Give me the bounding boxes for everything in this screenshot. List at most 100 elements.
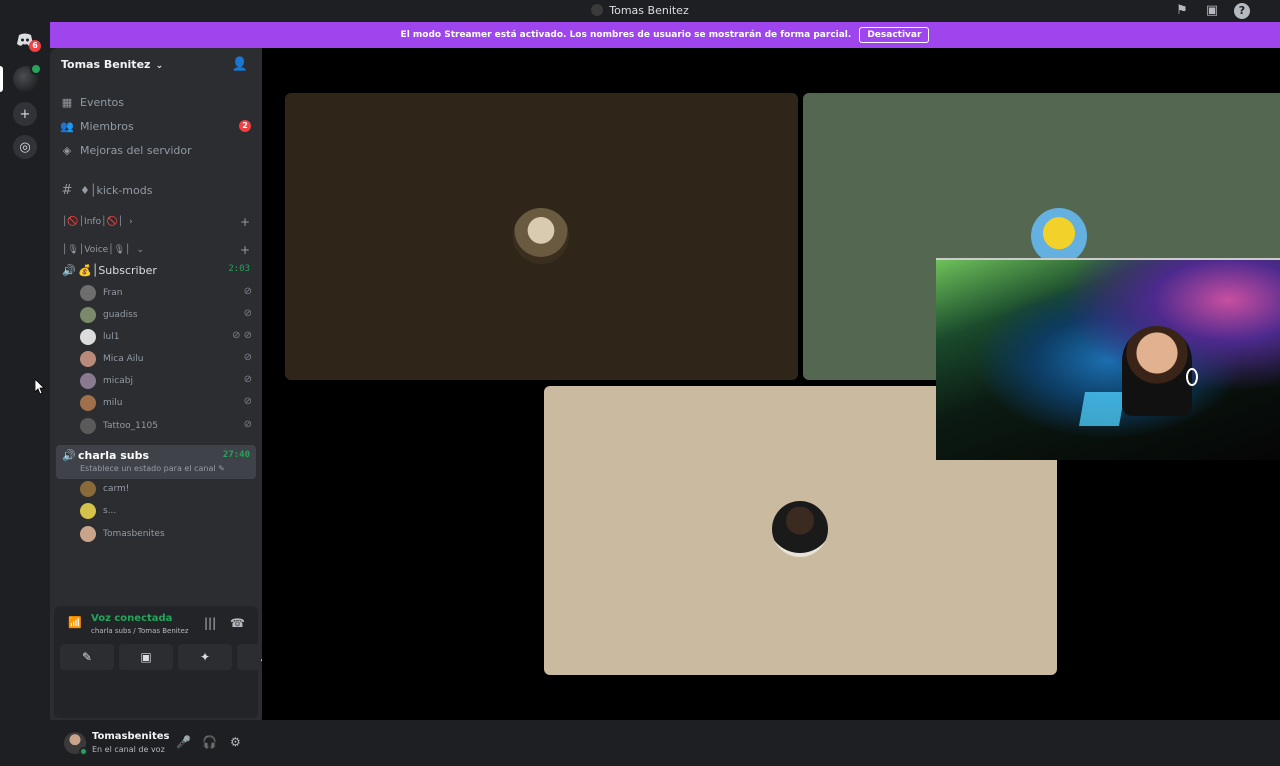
- voice-location: charla subs / Tomas Benitez: [91, 627, 189, 635]
- hash-icon: #: [61, 182, 73, 198]
- calendar-icon: ▦: [61, 95, 73, 109]
- voice-channel-name: charla subs: [78, 449, 150, 462]
- participant-tile[interactable]: [285, 93, 798, 380]
- avatar: [80, 285, 96, 301]
- deafened-icon: ⊘: [243, 396, 252, 407]
- nav-members-label: Miembros: [80, 119, 134, 133]
- screen-share-button[interactable]: ▣: [119, 644, 173, 670]
- avatar: [772, 501, 828, 557]
- voice-channel-timer: 27:40: [222, 450, 250, 460]
- avatar: [80, 503, 96, 519]
- webcam-overlay: [936, 258, 1280, 460]
- explore-icon[interactable]: ◎: [13, 135, 37, 159]
- voice-active-badge: [30, 63, 42, 75]
- avatar: [80, 351, 96, 367]
- members-icon: 👥: [60, 119, 74, 133]
- disconnect-icon[interactable]: ☎: [230, 616, 245, 630]
- nav-members[interactable]: 👥 Miembros 2: [60, 115, 254, 137]
- voice-status[interactable]: Voz conectada: [91, 613, 172, 624]
- server-header[interactable]: Tomas Benitez ⌄ 👤: [50, 48, 262, 84]
- invite-user-icon[interactable]: 👤: [232, 57, 248, 72]
- voice-channel-charla-subs[interactable]: 🔊 charla subs 27:40 Establece un estado …: [56, 445, 256, 479]
- channel-status-hint[interactable]: Establece un estado para el canal ✎: [80, 464, 225, 473]
- channel-sidebar: Tomas Benitez ⌄ 👤 ▦ Eventos 👥 Miembros 2…: [50, 48, 291, 756]
- monitor-glow: [1079, 392, 1125, 426]
- category-info[interactable]: │🚫│Info│🚫│ › +: [62, 214, 250, 230]
- voice-user[interactable]: Fran ⊘: [80, 283, 252, 303]
- members-count-badge: 2: [239, 120, 251, 132]
- voice-user[interactable]: Mica Ailu ⊘: [80, 349, 252, 369]
- avatar: [80, 481, 96, 497]
- title-bar: Tomas Benitez ⚑ ▣ ?: [0, 0, 1280, 22]
- text-channel-label: ♦│kick-mods: [80, 183, 153, 197]
- category-info-label: │🚫│Info│🚫│: [62, 217, 124, 227]
- voice-user-name: Mica Ailu: [103, 354, 144, 364]
- help-icon[interactable]: ?: [1234, 3, 1250, 19]
- speaker-icon: 🔊: [62, 449, 76, 462]
- avatar: [80, 329, 96, 345]
- voice-user[interactable]: Tattoo_1105 ⊘: [80, 416, 252, 436]
- text-channel-kick-mods[interactable]: # ♦│kick-mods: [60, 179, 254, 201]
- inbox-icon[interactable]: ▣: [1204, 3, 1220, 19]
- server-rail: 6 + ◎: [0, 22, 50, 720]
- microphone-icon[interactable]: 🎤: [176, 735, 191, 749]
- nav-boosts-label: Mejoras del servidor: [80, 143, 192, 157]
- streamer-mode-banner: El modo Streamer está activado. Los nomb…: [50, 22, 1280, 48]
- voice-user-name: s...: [103, 506, 117, 516]
- server-icon[interactable]: [13, 63, 42, 92]
- avatar: [80, 373, 96, 389]
- voice-user[interactable]: micabj ⊘: [80, 371, 252, 391]
- deafened-icon: ⊘ ⊘: [232, 330, 252, 341]
- user-panel: Tomasbenites En el canal de voz 🎤 🎧 ⚙: [54, 720, 258, 766]
- mouse-cursor-icon: [35, 379, 45, 395]
- voice-user-name: milu: [103, 398, 123, 408]
- noise-suppression-icon[interactable]: |||: [204, 616, 216, 630]
- boost-icon: ◈: [62, 143, 72, 157]
- avatar: [80, 418, 96, 434]
- title-bar-icons: ⚑ ▣ ?: [1174, 3, 1250, 19]
- streamer-disable-button[interactable]: Desactivar: [859, 27, 930, 43]
- chevron-down-icon: ⌄: [136, 245, 145, 255]
- chevron-down-icon: ⌄: [152, 61, 164, 71]
- category-voice[interactable]: │🎙│Voice│🎙│ ⌄ +: [62, 242, 250, 258]
- voice-user-name: Tomasbenites: [103, 529, 165, 539]
- voice-user[interactable]: guadiss ⊘: [80, 305, 252, 325]
- nav-events-label: Eventos: [80, 95, 124, 109]
- voice-user-name: Tattoo_1105: [103, 421, 158, 431]
- camera-off-button[interactable]: ✎: [60, 644, 114, 670]
- deafened-icon: ⊘: [243, 374, 252, 385]
- avatar: [513, 208, 569, 264]
- nav-boosts[interactable]: ◈ Mejoras del servidor: [60, 139, 254, 161]
- discord-home-icon[interactable]: 6: [13, 28, 41, 52]
- settings-gear-icon[interactable]: ⚙: [230, 735, 241, 749]
- deafened-icon: ⊘: [243, 308, 252, 319]
- server-small-avatar: [591, 4, 604, 16]
- voice-user[interactable]: carm!: [80, 479, 252, 499]
- user-status: En el canal de voz: [92, 745, 165, 754]
- voice-channel-subscriber[interactable]: 🔊 💰│Subscriber 2:03: [56, 259, 256, 281]
- server-name: Tomas Benitez: [61, 58, 151, 71]
- flag-icon[interactable]: ⚑: [1174, 3, 1190, 19]
- deafened-icon: ⊘: [243, 419, 252, 430]
- nav-events[interactable]: ▦ Eventos: [60, 91, 254, 113]
- add-server-icon[interactable]: +: [13, 102, 37, 126]
- add-channel-icon[interactable]: +: [240, 243, 250, 257]
- voice-user[interactable]: lul1 ⊘ ⊘: [80, 327, 252, 347]
- voice-user[interactable]: s...: [80, 501, 252, 521]
- activities-button[interactable]: ✦: [178, 644, 232, 670]
- user-name[interactable]: Tomasbenites: [92, 731, 170, 742]
- avatar: [80, 395, 96, 411]
- voice-user[interactable]: Tomasbenites: [80, 524, 252, 544]
- server-selected-indicator: [0, 66, 3, 92]
- channel-status-hint-text: Establece un estado para el canal: [80, 464, 216, 473]
- online-status-dot: [79, 747, 88, 756]
- voice-user[interactable]: milu ⊘: [80, 393, 252, 413]
- voice-user-name: carm!: [103, 484, 130, 494]
- window-title: Tomas Benitez: [609, 4, 689, 17]
- headphones-icon[interactable]: 🎧: [202, 735, 217, 749]
- voice-user-name: micabj: [103, 376, 133, 386]
- signal-icon: 📶: [68, 616, 82, 629]
- add-channel-icon[interactable]: +: [240, 215, 250, 229]
- category-voice-label: │🎙│Voice│🎙│: [62, 245, 131, 255]
- voice-user-name: lul1: [103, 332, 120, 342]
